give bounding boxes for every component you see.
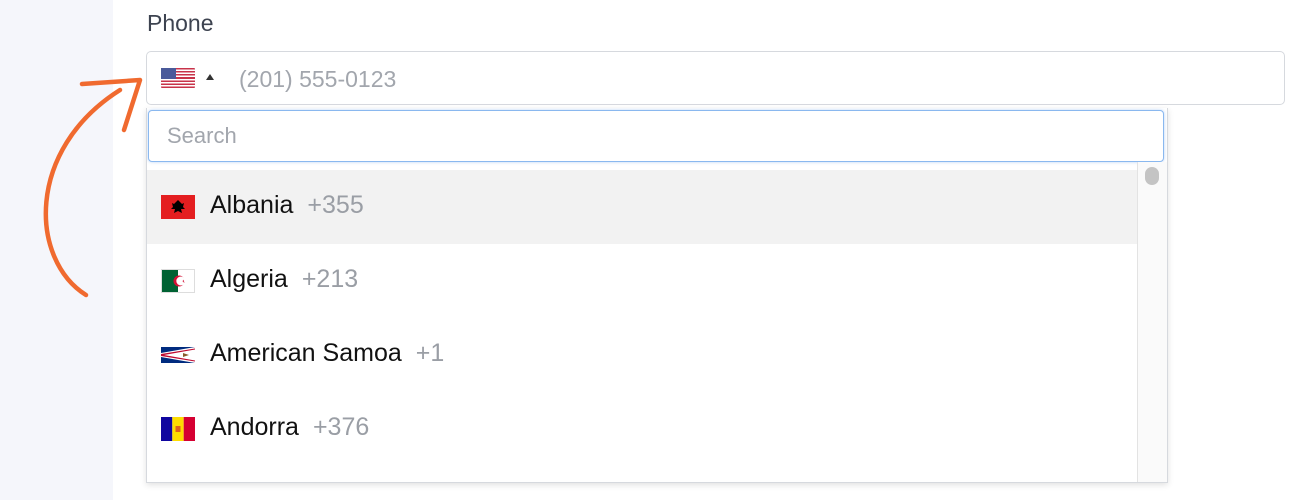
country-list: Albania +355 Algeria +213 American Samoa…: [147, 170, 1138, 466]
phone-input[interactable]: [237, 60, 1271, 98]
flag-american-samoa-icon: [161, 343, 195, 367]
country-dial-code: +355: [307, 191, 364, 219]
flag-us-icon: [161, 68, 195, 88]
phone-label: Phone: [147, 10, 214, 36]
country-dial-code: +213: [301, 265, 359, 293]
country-name: Albania: [210, 191, 294, 219]
phone-field[interactable]: [146, 51, 1285, 105]
country-option-andorra[interactable]: Andorra +376: [147, 392, 1138, 466]
country-dial-code: +376: [312, 413, 370, 441]
country-dropdown: Albania +355 Algeria +213: [146, 108, 1168, 483]
country-name: Andorra: [210, 413, 299, 441]
country-name: Algeria: [210, 265, 288, 293]
country-dial-code: +1: [415, 339, 445, 367]
country-option-algeria[interactable]: Algeria +213: [147, 244, 1138, 318]
country-option-american-samoa[interactable]: American Samoa +1: [147, 318, 1138, 392]
country-search-input[interactable]: [149, 111, 1163, 161]
country-name: American Samoa: [210, 339, 402, 367]
annotation-arrow-icon: [43, 77, 143, 298]
flag-algeria-icon: [161, 269, 195, 293]
caret-up-icon: [206, 74, 214, 80]
dropdown-scrollbar[interactable]: [1137, 162, 1167, 482]
flag-andorra-icon: [161, 417, 195, 441]
country-search-field[interactable]: [148, 110, 1164, 162]
scrollbar-thumb[interactable]: [1145, 167, 1159, 185]
country-option-albania[interactable]: Albania +355: [147, 170, 1138, 244]
flag-albania-icon: [161, 195, 195, 219]
country-selector-button[interactable]: [159, 67, 221, 89]
